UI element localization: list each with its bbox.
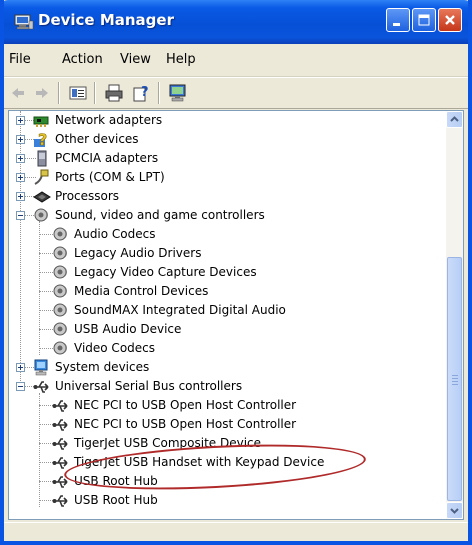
- chevron-up-icon: [450, 116, 459, 122]
- collapse-toggle[interactable]: [16, 211, 25, 220]
- tree-node-label: Universal Serial Bus controllers: [55, 379, 243, 393]
- collapse-toggle[interactable]: [16, 382, 25, 391]
- sound-device-icon: [52, 264, 70, 281]
- toolbar-separator: [94, 82, 96, 104]
- expand-toggle[interactable]: [16, 116, 25, 125]
- device-manager-icon: [14, 13, 34, 31]
- print-icon[interactable]: [102, 81, 126, 105]
- pcmcia-icon: [33, 150, 51, 167]
- sound-device-icon: [52, 321, 70, 338]
- toolbar-separator: [58, 82, 60, 104]
- sound-device-icon: [52, 245, 70, 262]
- scroll-thumb[interactable]: [447, 257, 462, 501]
- svg-text:?: ?: [38, 131, 47, 148]
- expand-toggle[interactable]: [16, 363, 25, 372]
- device-tree[interactable]: Network adapters ? Other devices PCMCIA …: [8, 110, 464, 520]
- menu-view[interactable]: View: [120, 52, 151, 67]
- tree-node-label: Other devices: [55, 132, 139, 146]
- usb-icon: [52, 492, 70, 509]
- usb-icon: [52, 397, 70, 414]
- status-bar: [4, 522, 468, 541]
- sound-device-icon: [52, 283, 70, 300]
- usb-icon: [52, 416, 70, 433]
- scroll-up-button[interactable]: [446, 111, 463, 128]
- tree-node-label: USB Root Hub: [74, 474, 158, 488]
- menu-help[interactable]: Help: [166, 52, 196, 67]
- tree-node-label: Legacy Audio Drivers: [74, 246, 202, 260]
- forward-arrow-icon[interactable]: [30, 81, 54, 105]
- tree-line: [20, 111, 21, 383]
- tree-node-label: USB Audio Device: [74, 322, 182, 336]
- help-icon[interactable]: ?: [130, 81, 154, 105]
- sound-icon: [33, 207, 51, 224]
- properties-icon[interactable]: [66, 81, 90, 105]
- grip-line: [452, 381, 458, 382]
- tree-node-label: Processors: [55, 189, 120, 203]
- tree-node-label: Audio Codecs: [74, 227, 156, 241]
- sound-device-icon: [52, 302, 70, 319]
- device-manager-window: Device Manager File Action View Help ? N…: [0, 0, 472, 545]
- expand-toggle[interactable]: [16, 192, 25, 201]
- tree-line: [39, 393, 40, 507]
- tree-node-label: NEC PCI to USB Open Host Controller: [74, 398, 297, 412]
- tree-node-label: TigerJet USB Handset with Keypad Device: [74, 455, 325, 469]
- usb-icon: [52, 454, 70, 471]
- tree-line: [39, 221, 40, 355]
- tree-node-label: Ports (COM & LPT): [55, 170, 165, 184]
- vertical-scrollbar[interactable]: [446, 111, 463, 519]
- network-adapter-icon: [33, 112, 51, 129]
- svg-text:?: ?: [141, 85, 149, 100]
- chevron-down-icon: [450, 508, 459, 514]
- toolbar: ?: [4, 77, 468, 109]
- unknown-device-icon: ?: [33, 130, 51, 149]
- tree-node-label: System devices: [55, 360, 150, 374]
- expand-toggle[interactable]: [16, 154, 25, 163]
- tree-node-label: Network adapters: [55, 113, 163, 127]
- expand-toggle[interactable]: [16, 135, 25, 144]
- close-button[interactable]: [438, 8, 462, 32]
- tree-node-label: SoundMAX Integrated Digital Audio: [74, 303, 286, 317]
- tree-node-label: USB Root Hub: [74, 493, 158, 507]
- grip-line: [452, 375, 458, 376]
- system-device-icon: [33, 359, 51, 376]
- menu-action[interactable]: Action: [62, 52, 103, 67]
- expand-toggle[interactable]: [16, 173, 25, 182]
- tree-node-label: NEC PCI to USB Open Host Controller: [74, 417, 297, 431]
- grip-line: [452, 378, 458, 379]
- minimize-button[interactable]: [386, 8, 410, 32]
- grip-line: [452, 384, 458, 385]
- usb-icon: [52, 435, 70, 452]
- tree-node-label: TigerJet USB Composite Device: [74, 436, 262, 450]
- sound-device-icon: [52, 340, 70, 357]
- menu-file[interactable]: File: [9, 52, 31, 67]
- tree-node-label: Video Codecs: [74, 341, 156, 355]
- sound-device-icon: [52, 226, 70, 243]
- title-bar[interactable]: Device Manager: [4, 0, 468, 44]
- window-title: Device Manager: [38, 11, 174, 29]
- maximize-button[interactable]: [412, 8, 436, 32]
- tree-node-label: PCMCIA adapters: [55, 151, 159, 165]
- toolbar-separator: [158, 82, 160, 104]
- usb-icon: [33, 378, 51, 395]
- processor-icon: [33, 188, 51, 205]
- tree-node-label: Legacy Video Capture Devices: [74, 265, 257, 279]
- scan-hardware-icon[interactable]: [166, 81, 190, 105]
- tree-node-label: Media Control Devices: [74, 284, 209, 298]
- port-icon: [33, 169, 51, 186]
- menu-bar: File Action View Help: [4, 44, 468, 77]
- back-arrow-icon[interactable]: [6, 81, 30, 105]
- usb-icon: [52, 473, 70, 490]
- scroll-down-button[interactable]: [446, 502, 463, 519]
- tree-node-label: Sound, video and game controllers: [55, 208, 265, 222]
